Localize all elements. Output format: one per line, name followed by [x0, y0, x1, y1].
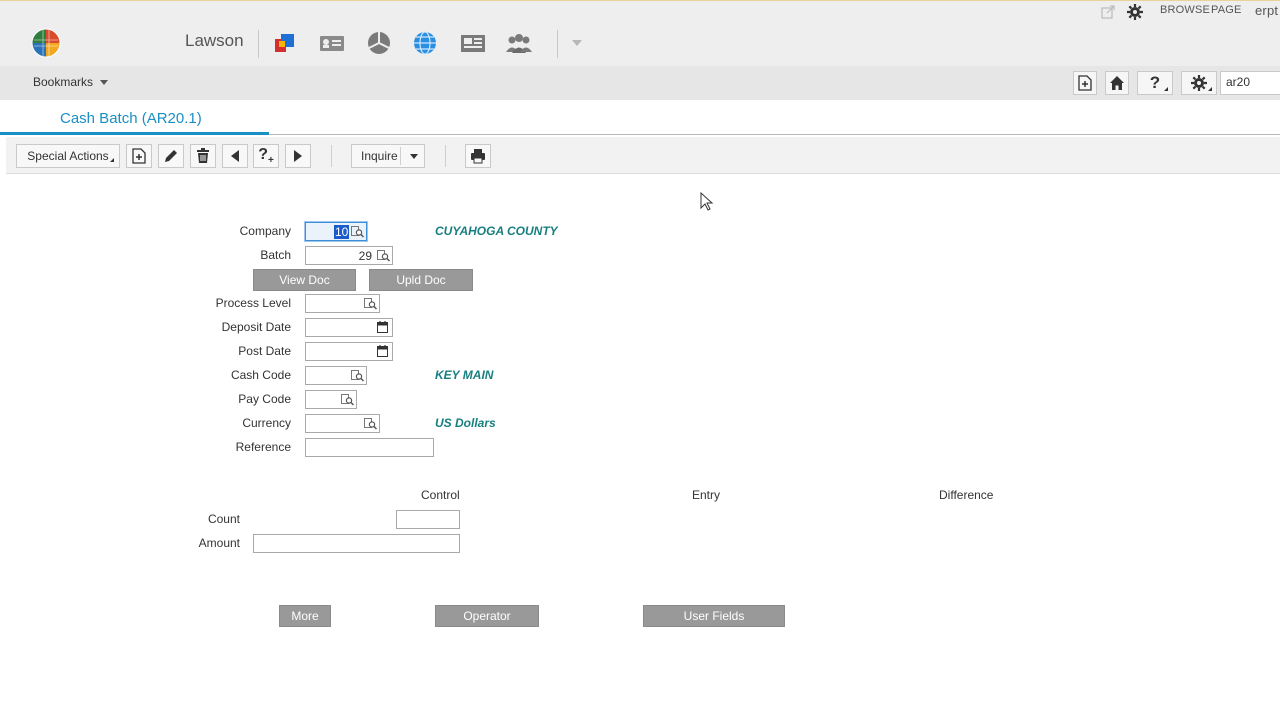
pie-chart-icon[interactable]: [365, 30, 393, 56]
company-label: Company: [239, 224, 291, 238]
cash-code-field[interactable]: [305, 366, 367, 385]
currency-label: Currency: [242, 416, 291, 430]
company-field[interactable]: 10: [305, 222, 367, 241]
post-date-label: Post Date: [238, 344, 291, 358]
new-page-button[interactable]: [1073, 71, 1097, 95]
add-document-icon: [132, 148, 146, 164]
process-level-field[interactable]: [305, 294, 380, 313]
next-record-button[interactable]: [285, 144, 311, 168]
batch-value: 29: [358, 248, 372, 263]
special-actions-button[interactable]: Special Actions: [16, 144, 120, 168]
mouse-cursor-icon: [700, 191, 714, 215]
help-plus-icon: ?+: [258, 145, 274, 167]
currency-description: US Dollars: [435, 416, 496, 430]
browse-link[interactable]: BROWSE: [1160, 4, 1210, 16]
currency-field[interactable]: [305, 414, 380, 433]
reference-field[interactable]: [305, 438, 434, 457]
globe-icon[interactable]: [411, 30, 439, 56]
bookmarks-label: Bookmarks: [33, 75, 94, 89]
batch-field[interactable]: 29: [305, 246, 393, 265]
chevron-down-icon: [100, 80, 109, 86]
calendar-icon: [377, 321, 388, 333]
column-header-difference: Difference: [939, 488, 994, 502]
header-divider: [258, 30, 259, 58]
cash-code-label: Cash Code: [230, 368, 291, 382]
amount-label: Amount: [198, 536, 240, 550]
bookmarks-menu[interactable]: Bookmarks: [33, 75, 109, 89]
home-icon: [1110, 76, 1124, 90]
column-header-entry: Entry: [692, 488, 721, 502]
previous-record-button[interactable]: [222, 144, 248, 168]
header-divider: [557, 30, 558, 58]
home-button[interactable]: [1105, 71, 1129, 95]
brand-name: Lawson: [185, 31, 244, 50]
lookup-icon: [351, 226, 364, 238]
user-name[interactable]: erpt: [1255, 3, 1278, 18]
company-description: CUYAHOGA COUNTY: [435, 224, 558, 238]
lookup-icon: [351, 370, 364, 382]
triangle-right-icon: [294, 150, 302, 162]
view-doc-button[interactable]: View Doc: [253, 269, 356, 291]
column-header-control: Control: [421, 488, 460, 502]
gear-icon: [1191, 75, 1207, 91]
help-add-button[interactable]: ?+: [253, 144, 279, 168]
deposit-date-field[interactable]: [305, 318, 393, 337]
corner-caret-icon: [1164, 87, 1168, 91]
post-date-field[interactable]: [305, 342, 393, 361]
news-icon[interactable]: [459, 30, 487, 56]
lawson-logo-icon[interactable]: [31, 28, 61, 58]
delete-record-button[interactable]: [190, 144, 216, 168]
reference-label: Reference: [235, 440, 291, 454]
app-launcher-icon[interactable]: [271, 30, 299, 56]
corner-caret-icon: [1208, 87, 1212, 91]
help-icon: ?: [1149, 73, 1161, 92]
contact-card-icon[interactable]: [318, 30, 346, 56]
page-link[interactable]: PAGE: [1211, 4, 1242, 16]
settings-gear-icon[interactable]: [1127, 4, 1143, 23]
trash-icon: [197, 148, 209, 163]
lookup-icon: [364, 418, 377, 430]
calendar-icon: [377, 345, 388, 357]
inquire-action-select[interactable]: Inquire: [351, 144, 425, 168]
toolbar-divider: [445, 145, 446, 167]
external-window-icon[interactable]: [1101, 5, 1115, 22]
operator-button[interactable]: Operator: [435, 605, 539, 627]
people-group-icon[interactable]: [504, 30, 532, 56]
count-label: Count: [207, 512, 240, 526]
special-actions-label: Special Actions: [27, 149, 109, 163]
corner-caret-icon: [110, 158, 114, 162]
settings-menu-button[interactable]: [1181, 71, 1217, 95]
deposit-date-label: Deposit Date: [221, 320, 291, 334]
printer-icon: [471, 149, 485, 164]
process-level-label: Process Level: [215, 296, 291, 310]
upld-doc-button[interactable]: Upld Doc: [369, 269, 473, 291]
chevron-down-icon: [410, 154, 418, 159]
help-menu-button[interactable]: ?: [1137, 71, 1173, 95]
pencil-icon: [165, 150, 177, 162]
inquire-label: Inquire: [361, 149, 398, 163]
form-search-input[interactable]: ar20: [1220, 71, 1280, 95]
tab-cash-batch[interactable]: Cash Batch (AR20.1): [60, 110, 202, 127]
new-page-icon: [1078, 75, 1092, 91]
triangle-left-icon: [231, 150, 239, 162]
pay-code-label: Pay Code: [238, 392, 291, 406]
more-apps-chevron-down-icon[interactable]: [572, 40, 582, 46]
lookup-icon: [341, 394, 354, 406]
user-fields-button[interactable]: User Fields: [643, 605, 785, 627]
change-record-button[interactable]: [158, 144, 184, 168]
amount-control-field[interactable]: [253, 534, 460, 553]
lookup-icon: [377, 250, 390, 262]
more-button[interactable]: More: [279, 605, 331, 627]
company-value: 10: [334, 224, 350, 239]
toolbar-divider: [331, 145, 332, 167]
pay-code-field[interactable]: [305, 390, 357, 409]
cash-code-description: KEY MAIN: [435, 368, 494, 382]
count-control-field[interactable]: [396, 510, 460, 529]
print-button[interactable]: [465, 144, 491, 168]
lookup-icon: [364, 298, 377, 310]
active-tab-indicator: [0, 132, 269, 135]
add-record-button[interactable]: [126, 144, 152, 168]
select-divider: [400, 147, 401, 165]
batch-label: Batch: [260, 248, 291, 262]
